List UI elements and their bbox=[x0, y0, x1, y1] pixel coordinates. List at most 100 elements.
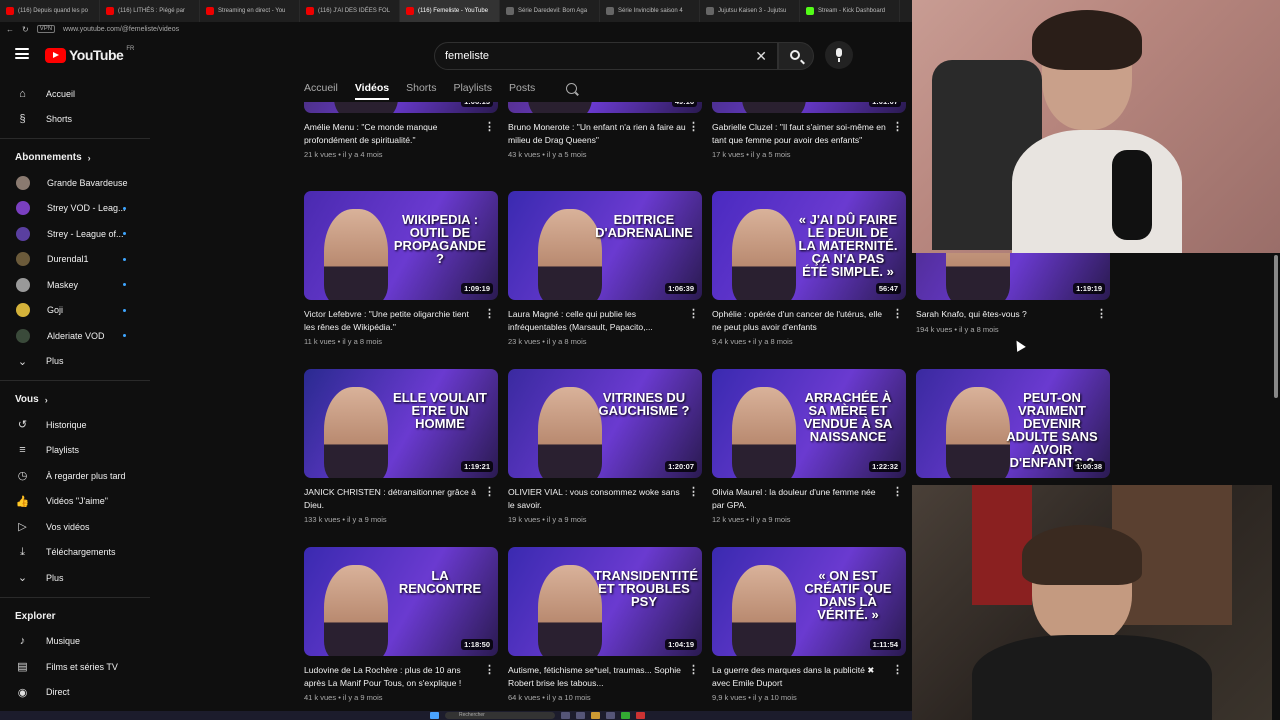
video-title[interactable]: Victor Lefebvre : "Une petite oligarchie… bbox=[304, 308, 482, 333]
hamburger-menu-icon[interactable] bbox=[15, 48, 29, 59]
tab-shorts[interactable]: Shorts bbox=[406, 82, 436, 94]
video-card[interactable]: PEUT-ON VRAIMENT DEVENIR ADULTE SANS AVO… bbox=[916, 369, 1110, 478]
video-title[interactable]: JANICK CHRISTEN : détransitionner grâce … bbox=[304, 486, 482, 511]
video-title[interactable]: Olivia Maurel : la douleur d'une femme n… bbox=[712, 486, 890, 511]
video-title[interactable]: La guerre des marques dans la publicité … bbox=[712, 664, 890, 689]
scroll-up-icon[interactable]: ▲ bbox=[147, 76, 154, 78]
sidebar-item-shorts[interactable]: § Shorts bbox=[0, 107, 154, 133]
more-options-icon[interactable]: ⋮ bbox=[688, 485, 699, 498]
video-title[interactable]: Bruno Monerote : "Un enfant n'a rien à f… bbox=[508, 121, 686, 146]
more-options-icon[interactable]: ⋮ bbox=[484, 307, 495, 320]
video-title[interactable]: Laura Magné : celle qui publie les infré… bbox=[508, 308, 686, 333]
more-options-icon[interactable]: ⋮ bbox=[892, 120, 903, 133]
video-thumbnail[interactable]: 1:01:07 bbox=[712, 102, 906, 113]
sidebar-item-you[interactable]: 👍 Vidéos "J'aime" bbox=[0, 489, 154, 515]
video-thumbnail[interactable]: TRANSIDENTITÉ ET TROUBLES PSY 1:04:19 bbox=[508, 547, 702, 656]
tab-vidéos[interactable]: Vidéos bbox=[354, 82, 390, 100]
video-thumbnail[interactable]: 49:16 bbox=[508, 102, 702, 113]
browser-tab[interactable]: Jujutsu Kaisen 3 - Jujutsu bbox=[700, 0, 800, 22]
sidebar-item-you[interactable]: ↺ Historique bbox=[0, 412, 154, 438]
page-scrollbar[interactable] bbox=[1272, 253, 1280, 720]
browser-tab[interactable]: (116) J'AI DES IDÉES FOL bbox=[300, 0, 400, 22]
video-card[interactable]: LA RENCONTRE 1:18:50 Ludovine de La Rochèr… bbox=[304, 547, 498, 702]
sidebar-item-explore[interactable]: ▤ Films et séries TV bbox=[0, 654, 154, 680]
youtube-logo[interactable]: YouTube FR bbox=[45, 46, 134, 63]
sidebar-item-explore[interactable]: ◉ Direct bbox=[0, 680, 154, 706]
sidebar-subscription[interactable]: Durendal1 bbox=[0, 247, 154, 273]
video-thumbnail[interactable]: « ON EST CRÉATIF QUE DANS LA VÉRITÉ. » 1:… bbox=[712, 547, 906, 656]
browser-tab[interactable]: Série Daredevil: Born Aga bbox=[500, 0, 600, 22]
video-thumbnail[interactable]: PEUT-ON VRAIMENT DEVENIR ADULTE SANS AVO… bbox=[916, 369, 1110, 478]
video-thumbnail[interactable]: LA RENCONTRE 1:18:50 bbox=[304, 547, 498, 656]
video-thumbnail[interactable]: ELLE VOULAIT ETRE UN HOMME 1:19:21 bbox=[304, 369, 498, 478]
more-options-icon[interactable]: ⋮ bbox=[484, 120, 495, 133]
video-card[interactable]: EDITRICE D'ADRENALINE 1:06:39 Laura Magné … bbox=[508, 191, 702, 346]
vpn-badge[interactable]: VPN bbox=[36, 25, 56, 33]
video-card[interactable]: ELLE VOULAIT ETRE UN HOMME 1:19:21 JANICK … bbox=[304, 369, 498, 524]
more-options-icon[interactable]: ⋮ bbox=[688, 307, 699, 320]
voice-search-button[interactable] bbox=[825, 41, 853, 69]
more-options-icon[interactable]: ⋮ bbox=[484, 485, 495, 498]
sidebar-item-you[interactable]: ▷ Vos vidéos bbox=[0, 514, 154, 540]
windows-start-icon[interactable] bbox=[430, 712, 439, 719]
channel-search-icon[interactable] bbox=[566, 82, 578, 94]
more-options-icon[interactable]: ⋮ bbox=[1096, 307, 1107, 320]
sidebar-item-accueil[interactable]: ⌂ Accueil bbox=[0, 81, 154, 107]
address-bar[interactable]: ← ↻ VPN www.youtube.com/@femeliste/video… bbox=[0, 22, 912, 36]
video-thumbnail[interactable]: VITRINES DU GAUCHISME ? 1:20:07 bbox=[508, 369, 702, 478]
video-card[interactable]: « ON EST CRÉATIF QUE DANS LA VÉRITÉ. » 1:… bbox=[712, 547, 906, 702]
video-card[interactable]: 1:01:07 Gabrielle Cluzel : "Il faut s'aim… bbox=[712, 102, 906, 159]
video-title[interactable]: Ophélie : opérée d'un cancer de l'utérus… bbox=[712, 308, 890, 333]
sidebar-subscription[interactable]: Strey - League of... bbox=[0, 221, 154, 247]
more-options-icon[interactable]: ⋮ bbox=[892, 485, 903, 498]
video-card[interactable]: « J'AI DÛ FAIRE LE DEUIL DE LA MATERNITÉ… bbox=[712, 191, 906, 346]
video-thumbnail[interactable]: WIKIPEDIA : OUTIL DE PROPAGANDE ? 1:09:19 bbox=[304, 191, 498, 300]
subscriptions-heading[interactable]: Abonnements › bbox=[0, 145, 154, 170]
tab-posts[interactable]: Posts bbox=[509, 82, 535, 94]
tab-accueil[interactable]: Accueil bbox=[304, 82, 338, 94]
video-title[interactable]: Autisme, fétichisme se*uel, traumas... S… bbox=[508, 664, 686, 689]
reload-icon[interactable]: ↻ bbox=[22, 25, 29, 34]
taskbar-app-icon[interactable] bbox=[576, 712, 585, 719]
video-card[interactable]: VITRINES DU GAUCHISME ? 1:20:07 OLIVIER VI… bbox=[508, 369, 702, 524]
sidebar-subscription[interactable]: Goji bbox=[0, 298, 154, 324]
browser-tab[interactable]: (116) Depuis quand les po bbox=[0, 0, 100, 22]
video-title[interactable]: Amélie Menu : "Ce monde manque profondém… bbox=[304, 121, 482, 146]
search-input[interactable] bbox=[445, 50, 745, 62]
sidebar-show-more[interactable]: ⌄ Plus bbox=[0, 349, 154, 375]
scrollbar-thumb[interactable] bbox=[1274, 255, 1278, 398]
video-card[interactable]: WIKIPEDIA : OUTIL DE PROPAGANDE ? 1:09:19… bbox=[304, 191, 498, 346]
video-thumbnail[interactable]: 1:06:13 bbox=[304, 102, 498, 113]
sidebar-subscription[interactable]: Maskey bbox=[0, 272, 154, 298]
video-title[interactable]: Sarah Knafo, qui êtes-vous ? bbox=[916, 308, 1094, 321]
browser-tab[interactable]: (116) Femeliste - YouTube bbox=[400, 0, 500, 22]
taskbar-app-icon[interactable] bbox=[636, 712, 645, 719]
sidebar-item-you[interactable]: ≡ Playlists bbox=[0, 438, 154, 464]
sidebar-item-you[interactable]: ◷ À regarder plus tard bbox=[0, 463, 154, 489]
taskbar-app-icon[interactable] bbox=[621, 712, 630, 719]
url-text[interactable]: www.youtube.com/@femeliste/videos bbox=[63, 26, 179, 33]
sidebar-subscription[interactable]: Strey VOD - Leag... bbox=[0, 196, 154, 222]
back-icon[interactable]: ← bbox=[6, 25, 14, 34]
video-card[interactable]: ARRACHÉE À SA MÈRE ET VENDUE À SA NAISSA… bbox=[712, 369, 906, 524]
sidebar-subscription[interactable]: Grande Bavardeuse bbox=[0, 170, 154, 196]
you-heading[interactable]: Vous › bbox=[0, 387, 154, 412]
video-card[interactable]: 1:06:13 Amélie Menu : "Ce monde manque pr… bbox=[304, 102, 498, 159]
video-title[interactable]: Ludovine de La Rochère : plus de 10 ans … bbox=[304, 664, 482, 689]
search-button[interactable] bbox=[778, 42, 814, 70]
sidebar-subscription[interactable]: Alderiate VOD bbox=[0, 323, 154, 349]
more-options-icon[interactable]: ⋮ bbox=[688, 120, 699, 133]
taskbar-app-icon[interactable] bbox=[561, 712, 570, 719]
browser-tab[interactable]: Série Invincible saison 4 bbox=[600, 0, 700, 22]
video-title[interactable]: OLIVIER VIAL : vous consommez woke sans … bbox=[508, 486, 686, 511]
search-field[interactable]: ✕ bbox=[434, 42, 778, 70]
video-thumbnail[interactable]: « J'AI DÛ FAIRE LE DEUIL DE LA MATERNITÉ… bbox=[712, 191, 906, 300]
tab-playlists[interactable]: Playlists bbox=[453, 82, 492, 94]
sidebar-item-explore[interactable]: ♪ Musique bbox=[0, 629, 154, 655]
video-card[interactable]: 49:16 Bruno Monerote : "Un enfant n'a rie… bbox=[508, 102, 702, 159]
sidebar-item-you[interactable]: ⤓ Téléchargements bbox=[0, 540, 154, 566]
video-title[interactable]: Gabrielle Cluzel : "Il faut s'aimer soi-… bbox=[712, 121, 890, 146]
more-options-icon[interactable]: ⋮ bbox=[688, 663, 699, 676]
browser-tab[interactable]: Streaming en direct - You bbox=[200, 0, 300, 22]
more-options-icon[interactable]: ⋮ bbox=[892, 307, 903, 320]
